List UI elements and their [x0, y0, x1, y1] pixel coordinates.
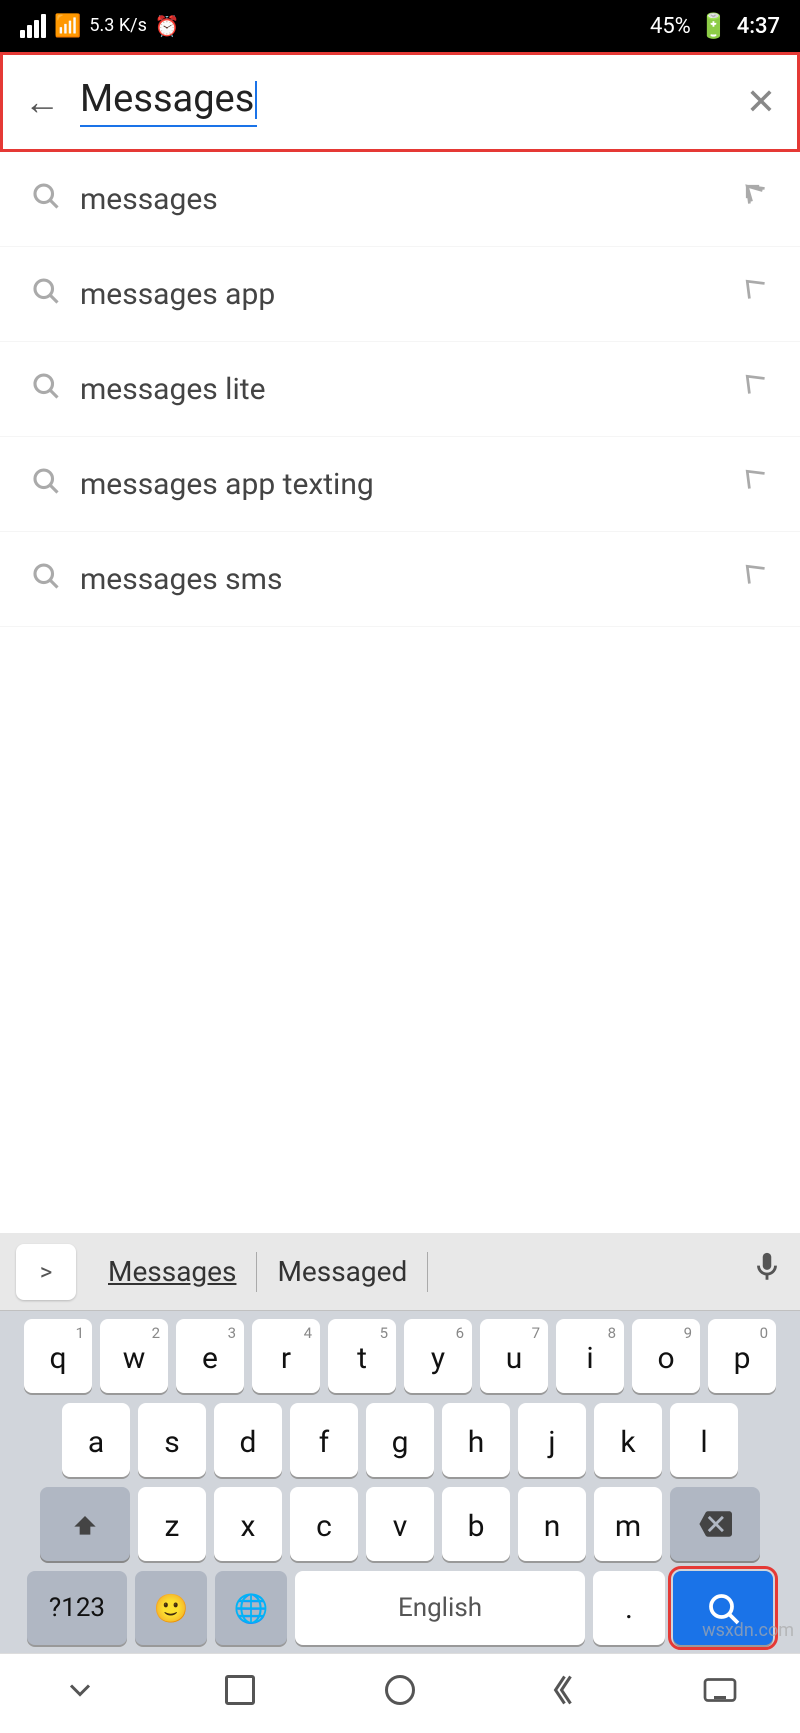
emoji-key[interactable]: 🙂 [135, 1571, 207, 1645]
wifi-icon: 📶 [54, 14, 81, 39]
status-left: 📶 5.3 K/s ⏰ [20, 14, 180, 39]
key-t[interactable]: 5t [328, 1319, 396, 1393]
search-bar[interactable]: ← Messages ✕ [0, 52, 800, 152]
autocomplete-expand-button[interactable]: > [16, 1244, 76, 1300]
key-g[interactable]: g [366, 1403, 434, 1477]
autocomplete-bar: > Messages Messaged [0, 1233, 800, 1311]
time-display: 4:37 [737, 14, 780, 39]
suggestion-item[interactable]: messages app texting [0, 437, 800, 532]
arrow-icon [744, 563, 770, 596]
search-icon [30, 370, 80, 408]
suggestion-text: messages lite [80, 372, 744, 407]
key-e[interactable]: 3e [176, 1319, 244, 1393]
key-v[interactable]: v [366, 1487, 434, 1561]
nav-bar [0, 1653, 800, 1733]
arrow-icon [744, 278, 770, 311]
key-o[interactable]: 9o [632, 1319, 700, 1393]
key-u[interactable]: 7u [480, 1319, 548, 1393]
keyboard: 1q 2w 3e 4r 5t 6y 7u 8i 9o 0p a s d f g … [0, 1311, 800, 1653]
search-icon [30, 560, 80, 598]
key-j[interactable]: j [518, 1403, 586, 1477]
nav-keyboard-button[interactable] [702, 1672, 738, 1715]
key-f[interactable]: f [290, 1403, 358, 1477]
key-w[interactable]: 2w [100, 1319, 168, 1393]
key-a[interactable]: a [62, 1403, 130, 1477]
battery-percent: 45% [650, 14, 691, 39]
network-speed: 5.3 K/s [89, 15, 146, 37]
nav-down-button[interactable] [62, 1672, 98, 1715]
autocomplete-word-2[interactable]: Messaged [257, 1255, 427, 1288]
suggestion-item[interactable]: messages lite [0, 342, 800, 437]
nav-back-button[interactable] [542, 1672, 578, 1715]
key-n[interactable]: n [518, 1487, 586, 1561]
suggestion-text: messages sms [80, 562, 744, 597]
key-l[interactable]: l [670, 1403, 738, 1477]
suggestion-item[interactable]: messages app [0, 247, 800, 342]
key-y[interactable]: 6y [404, 1319, 472, 1393]
key-c[interactable]: c [290, 1487, 358, 1561]
search-icon [30, 275, 80, 313]
key-p[interactable]: 0p [708, 1319, 776, 1393]
nav-square-button[interactable] [222, 1672, 258, 1715]
suggestion-item[interactable]: messages sms [0, 532, 800, 627]
status-bar: 📶 5.3 K/s ⏰ 45% 🔋 4:37 [0, 0, 800, 52]
key-r[interactable]: 4r [252, 1319, 320, 1393]
battery-icon: 🔋 [699, 12, 729, 40]
key-k[interactable]: k [594, 1403, 662, 1477]
suggestion-text: messages app [80, 277, 744, 312]
status-right: 45% 🔋 4:37 [650, 12, 780, 40]
clear-button[interactable]: ✕ [746, 81, 776, 123]
backspace-key[interactable] [670, 1487, 760, 1561]
shift-key[interactable] [40, 1487, 130, 1561]
num-key[interactable]: ?123 [27, 1571, 127, 1645]
arrow-icon [744, 468, 770, 501]
key-i[interactable]: 8i [556, 1319, 624, 1393]
search-icon [30, 465, 80, 503]
space-key[interactable]: English [295, 1571, 585, 1645]
signal-icon [20, 14, 46, 38]
autocomplete-words: Messages Messaged [88, 1252, 750, 1292]
autocomplete-word-1[interactable]: Messages [88, 1255, 256, 1288]
period-key[interactable]: . [593, 1571, 665, 1645]
keyboard-row-2: a s d f g h j k l [6, 1403, 794, 1477]
globe-key[interactable]: 🌐 [215, 1571, 287, 1645]
key-b[interactable]: b [442, 1487, 510, 1561]
key-m[interactable]: m [594, 1487, 662, 1561]
alarm-icon: ⏰ [155, 14, 180, 38]
key-s[interactable]: s [138, 1403, 206, 1477]
search-icon [30, 180, 80, 218]
suggestion-text: messages app texting [80, 467, 744, 502]
keyboard-section: > Messages Messaged 1q 2w 3e 4r 5t 6y 7u… [0, 1233, 800, 1733]
keyboard-row-4: ?123 🙂 🌐 English . [6, 1571, 794, 1645]
key-z[interactable]: z [138, 1487, 206, 1561]
key-d[interactable]: d [214, 1403, 282, 1477]
suggestions-list: messages messages app messag [0, 152, 800, 627]
suggestion-item[interactable]: messages [0, 152, 800, 247]
search-input[interactable]: Messages [80, 77, 257, 127]
key-q[interactable]: 1q [24, 1319, 92, 1393]
mic-icon[interactable] [750, 1250, 784, 1294]
nav-home-button[interactable] [382, 1672, 418, 1715]
keyboard-row-1: 1q 2w 3e 4r 5t 6y 7u 8i 9o 0p [6, 1319, 794, 1393]
arrow-icon [744, 183, 770, 216]
arrow-icon [744, 373, 770, 406]
watermark: wsxdn.com [696, 1618, 800, 1643]
autocomplete-divider [427, 1252, 428, 1292]
search-input-container[interactable]: Messages [80, 77, 726, 127]
suggestion-text: messages [80, 182, 744, 217]
back-button[interactable]: ← [24, 81, 60, 123]
keyboard-row-3: z x c v b n m [6, 1487, 794, 1561]
key-h[interactable]: h [442, 1403, 510, 1477]
key-x[interactable]: x [214, 1487, 282, 1561]
